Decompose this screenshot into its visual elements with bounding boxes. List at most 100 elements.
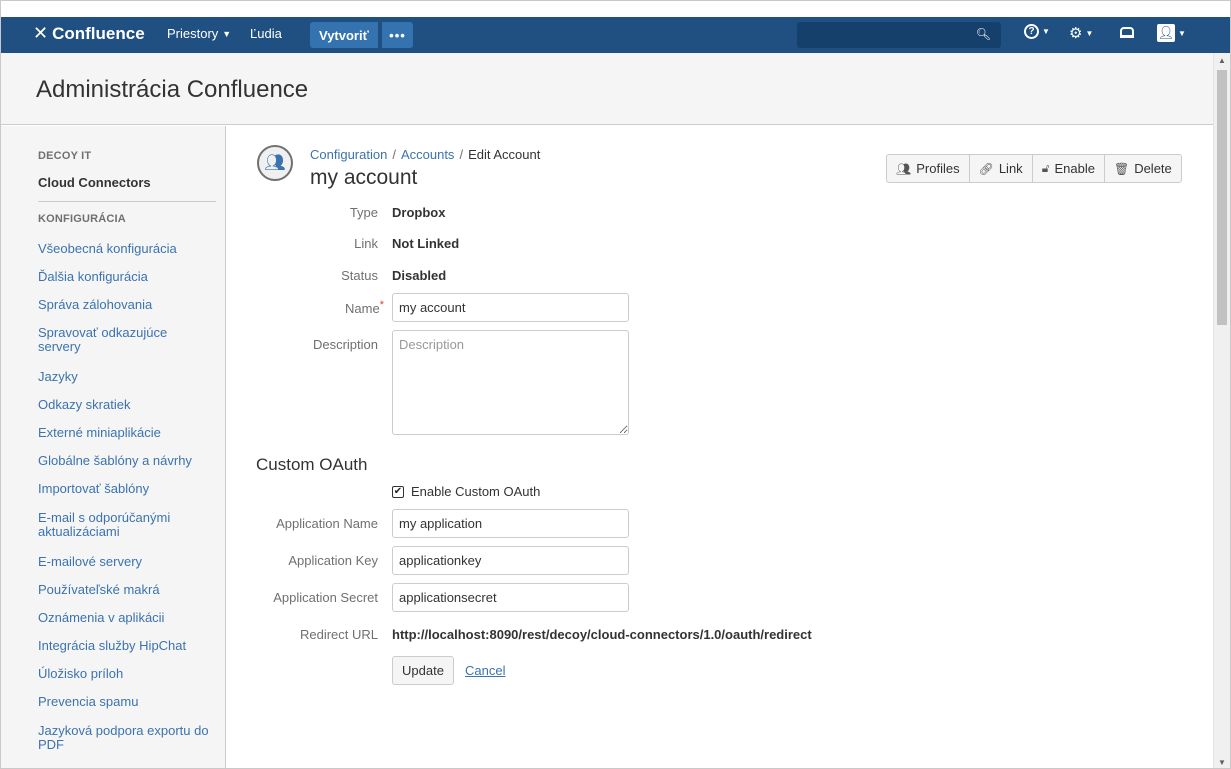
account-users-icon: 👥︎	[257, 145, 293, 181]
chevron-down-icon: ▼	[1042, 27, 1050, 36]
user-menu[interactable]: 👤︎ ▼	[1157, 24, 1186, 42]
sidebar-section-configuration: KONFIGURÁCIA	[38, 213, 126, 225]
sidebar-item-mail-servers[interactable]: E-mailové servery	[38, 555, 213, 569]
enable-button[interactable]: 🔓︎ Enable	[1033, 155, 1105, 182]
type-value: Dropbox	[392, 205, 446, 220]
redirect-url-value: http://localhost:8090/rest/decoy/cloud-c…	[392, 627, 812, 642]
sidebar-item-shortcut-links[interactable]: Odkazy skratiek	[38, 398, 213, 412]
profiles-icon: 👥︎	[896, 161, 912, 176]
sidebar-item-backup-administration[interactable]: Správa zálohovania	[38, 298, 213, 312]
unlock-icon: 🔓︎	[1041, 161, 1050, 175]
logo-text: Confluence	[52, 23, 145, 43]
admin-sidebar: DECOY IT Cloud Connectors KONFIGURÁCIA V…	[1, 126, 226, 768]
enable-custom-oauth-checkbox[interactable]: ✔	[392, 485, 404, 498]
account-actions-toolbar: 👥︎ Profiles 🔗︎ Link 🔓︎ Enable 🗑︎ Delete	[886, 154, 1182, 183]
inbox-icon	[1120, 27, 1134, 38]
gear-icon: ⚙	[1069, 25, 1083, 42]
sidebar-item-user-macros[interactable]: Používateľské makrá	[38, 583, 213, 597]
breadcrumb-configuration[interactable]: Configuration	[310, 147, 387, 162]
sidebar-item-further-configuration[interactable]: Ďalšia konfigurácia	[38, 270, 213, 284]
status-value: Disabled	[392, 268, 447, 283]
link-icon: 🔗︎	[978, 161, 994, 176]
breadcrumb-separator: /	[459, 147, 464, 162]
nav-spaces-menu[interactable]: Priestory ▼	[167, 26, 231, 41]
enable-button-label: Enable	[1054, 161, 1095, 176]
custom-oauth-heading: Custom OAuth	[256, 455, 368, 474]
search-icon: 🔍︎	[975, 27, 991, 41]
link-value: Not Linked	[392, 236, 460, 251]
breadcrumb-separator: /	[392, 147, 396, 162]
create-button[interactable]: Vytvoriť	[310, 22, 378, 48]
browser-window: ✕ Confluence Priestory ▼ Ľudia Vytvoriť …	[0, 0, 1231, 769]
help-menu[interactable]: ? ▼	[1024, 24, 1050, 39]
more-create-options-button[interactable]: •••	[381, 22, 413, 48]
chevron-down-icon: ▼	[222, 28, 232, 39]
account-title: my account	[310, 166, 418, 189]
application-key-field[interactable]	[392, 546, 629, 575]
nav-people-label: Ľudia	[250, 26, 282, 41]
link-button-label: Link	[998, 161, 1023, 176]
breadcrumb-current: Edit Account	[468, 147, 541, 162]
page-title: Administrácia Confluence	[36, 76, 309, 103]
sidebar-item-languages[interactable]: Jazyky	[38, 370, 213, 384]
sidebar-item-spam-prevention[interactable]: Prevencia spamu	[38, 695, 213, 709]
application-secret-label: Application Secret	[273, 590, 378, 605]
create-button-label: Vytvoriť	[319, 27, 369, 43]
profiles-button-label: Profiles	[916, 161, 960, 176]
notifications-button[interactable]	[1120, 27, 1134, 38]
sidebar-item-import-templates[interactable]: Importovať šablóny	[38, 482, 213, 496]
enable-custom-oauth-row: ✔ Enable Custom OAuth	[392, 484, 540, 499]
user-avatar-icon: 👤︎	[1157, 24, 1175, 42]
more-options-label: •••	[389, 27, 406, 43]
redirect-url-label: Redirect URL	[299, 627, 378, 642]
type-label: Type	[349, 205, 378, 220]
sidebar-item-cloud-connectors[interactable]: Cloud Connectors	[38, 175, 151, 190]
confluence-logo-icon: ✕	[33, 23, 49, 43]
sidebar-item-manage-referrers[interactable]: Spravovať odkazujúce servery	[38, 326, 213, 354]
cancel-link[interactable]: Cancel	[465, 663, 505, 678]
description-label: Description	[312, 337, 378, 352]
delete-button[interactable]: 🗑︎ Delete	[1105, 155, 1181, 182]
profiles-button[interactable]: 👥︎ Profiles	[887, 155, 970, 182]
confluence-logo[interactable]: ✕ Confluence	[33, 23, 145, 44]
sidebar-item-attachment-storage[interactable]: Úložisko príloh	[38, 667, 213, 681]
name-label-text: Name	[345, 301, 380, 316]
update-button[interactable]: Update	[392, 656, 454, 685]
breadcrumb: Configuration / Accounts / Edit Account	[310, 147, 540, 162]
top-navigation-bar: ✕ Confluence Priestory ▼ Ľudia Vytvoriť …	[1, 17, 1230, 53]
sidebar-item-global-templates[interactable]: Globálne šablóny a návrhy	[38, 454, 213, 468]
status-label: Status	[341, 268, 378, 283]
main-content: 👥︎ Configuration / Accounts / Edit Accou…	[227, 126, 1214, 768]
sidebar-item-general-configuration[interactable]: Všeobecná konfigurácia	[38, 242, 213, 256]
application-name-label: Application Name	[276, 516, 378, 531]
breadcrumb-accounts[interactable]: Accounts	[401, 147, 454, 162]
sidebar-item-in-app-notifications[interactable]: Oznámenia v aplikácii	[38, 611, 213, 625]
description-field[interactable]	[392, 330, 629, 435]
page-header: Administrácia Confluence	[1, 53, 1214, 125]
chevron-down-icon: ▼	[1085, 28, 1094, 38]
name-field[interactable]	[392, 293, 629, 322]
link-button[interactable]: 🔗︎ Link	[970, 155, 1033, 182]
delete-button-label: Delete	[1134, 161, 1172, 176]
application-secret-field[interactable]	[392, 583, 629, 612]
search-input[interactable]: 🔍︎	[797, 22, 1001, 48]
scroll-down-arrow-icon[interactable]: ▼	[1218, 758, 1226, 767]
sidebar-section-decoy-it: DECOY IT	[38, 150, 92, 162]
chevron-down-icon: ▼	[1178, 28, 1186, 38]
sidebar-divider	[38, 201, 216, 202]
application-key-label: Application Key	[288, 553, 378, 568]
sidebar-item-external-gadgets[interactable]: Externé miniaplikácie	[38, 426, 213, 440]
sidebar-item-hipchat-integration[interactable]: Integrácia služby HipChat	[38, 639, 213, 653]
vertical-scrollbar[interactable]: ▲ ▼	[1213, 53, 1230, 768]
sidebar-item-pdf-export-language[interactable]: Jazyková podpora exportu do PDF	[38, 724, 213, 752]
link-label: Link	[354, 236, 378, 251]
scroll-up-arrow-icon[interactable]: ▲	[1218, 56, 1226, 65]
scrollbar-thumb[interactable]	[1217, 70, 1227, 325]
nav-people-link[interactable]: Ľudia	[250, 26, 282, 41]
nav-spaces-label: Priestory	[167, 26, 219, 41]
sidebar-item-recommended-updates-email[interactable]: E-mail s odporúčanými aktualizáciami	[38, 511, 213, 539]
settings-menu[interactable]: ⚙ ▼	[1069, 24, 1093, 42]
application-name-field[interactable]	[392, 509, 629, 538]
help-icon: ?	[1024, 24, 1039, 39]
enable-custom-oauth-label[interactable]: Enable Custom OAuth	[411, 484, 540, 499]
